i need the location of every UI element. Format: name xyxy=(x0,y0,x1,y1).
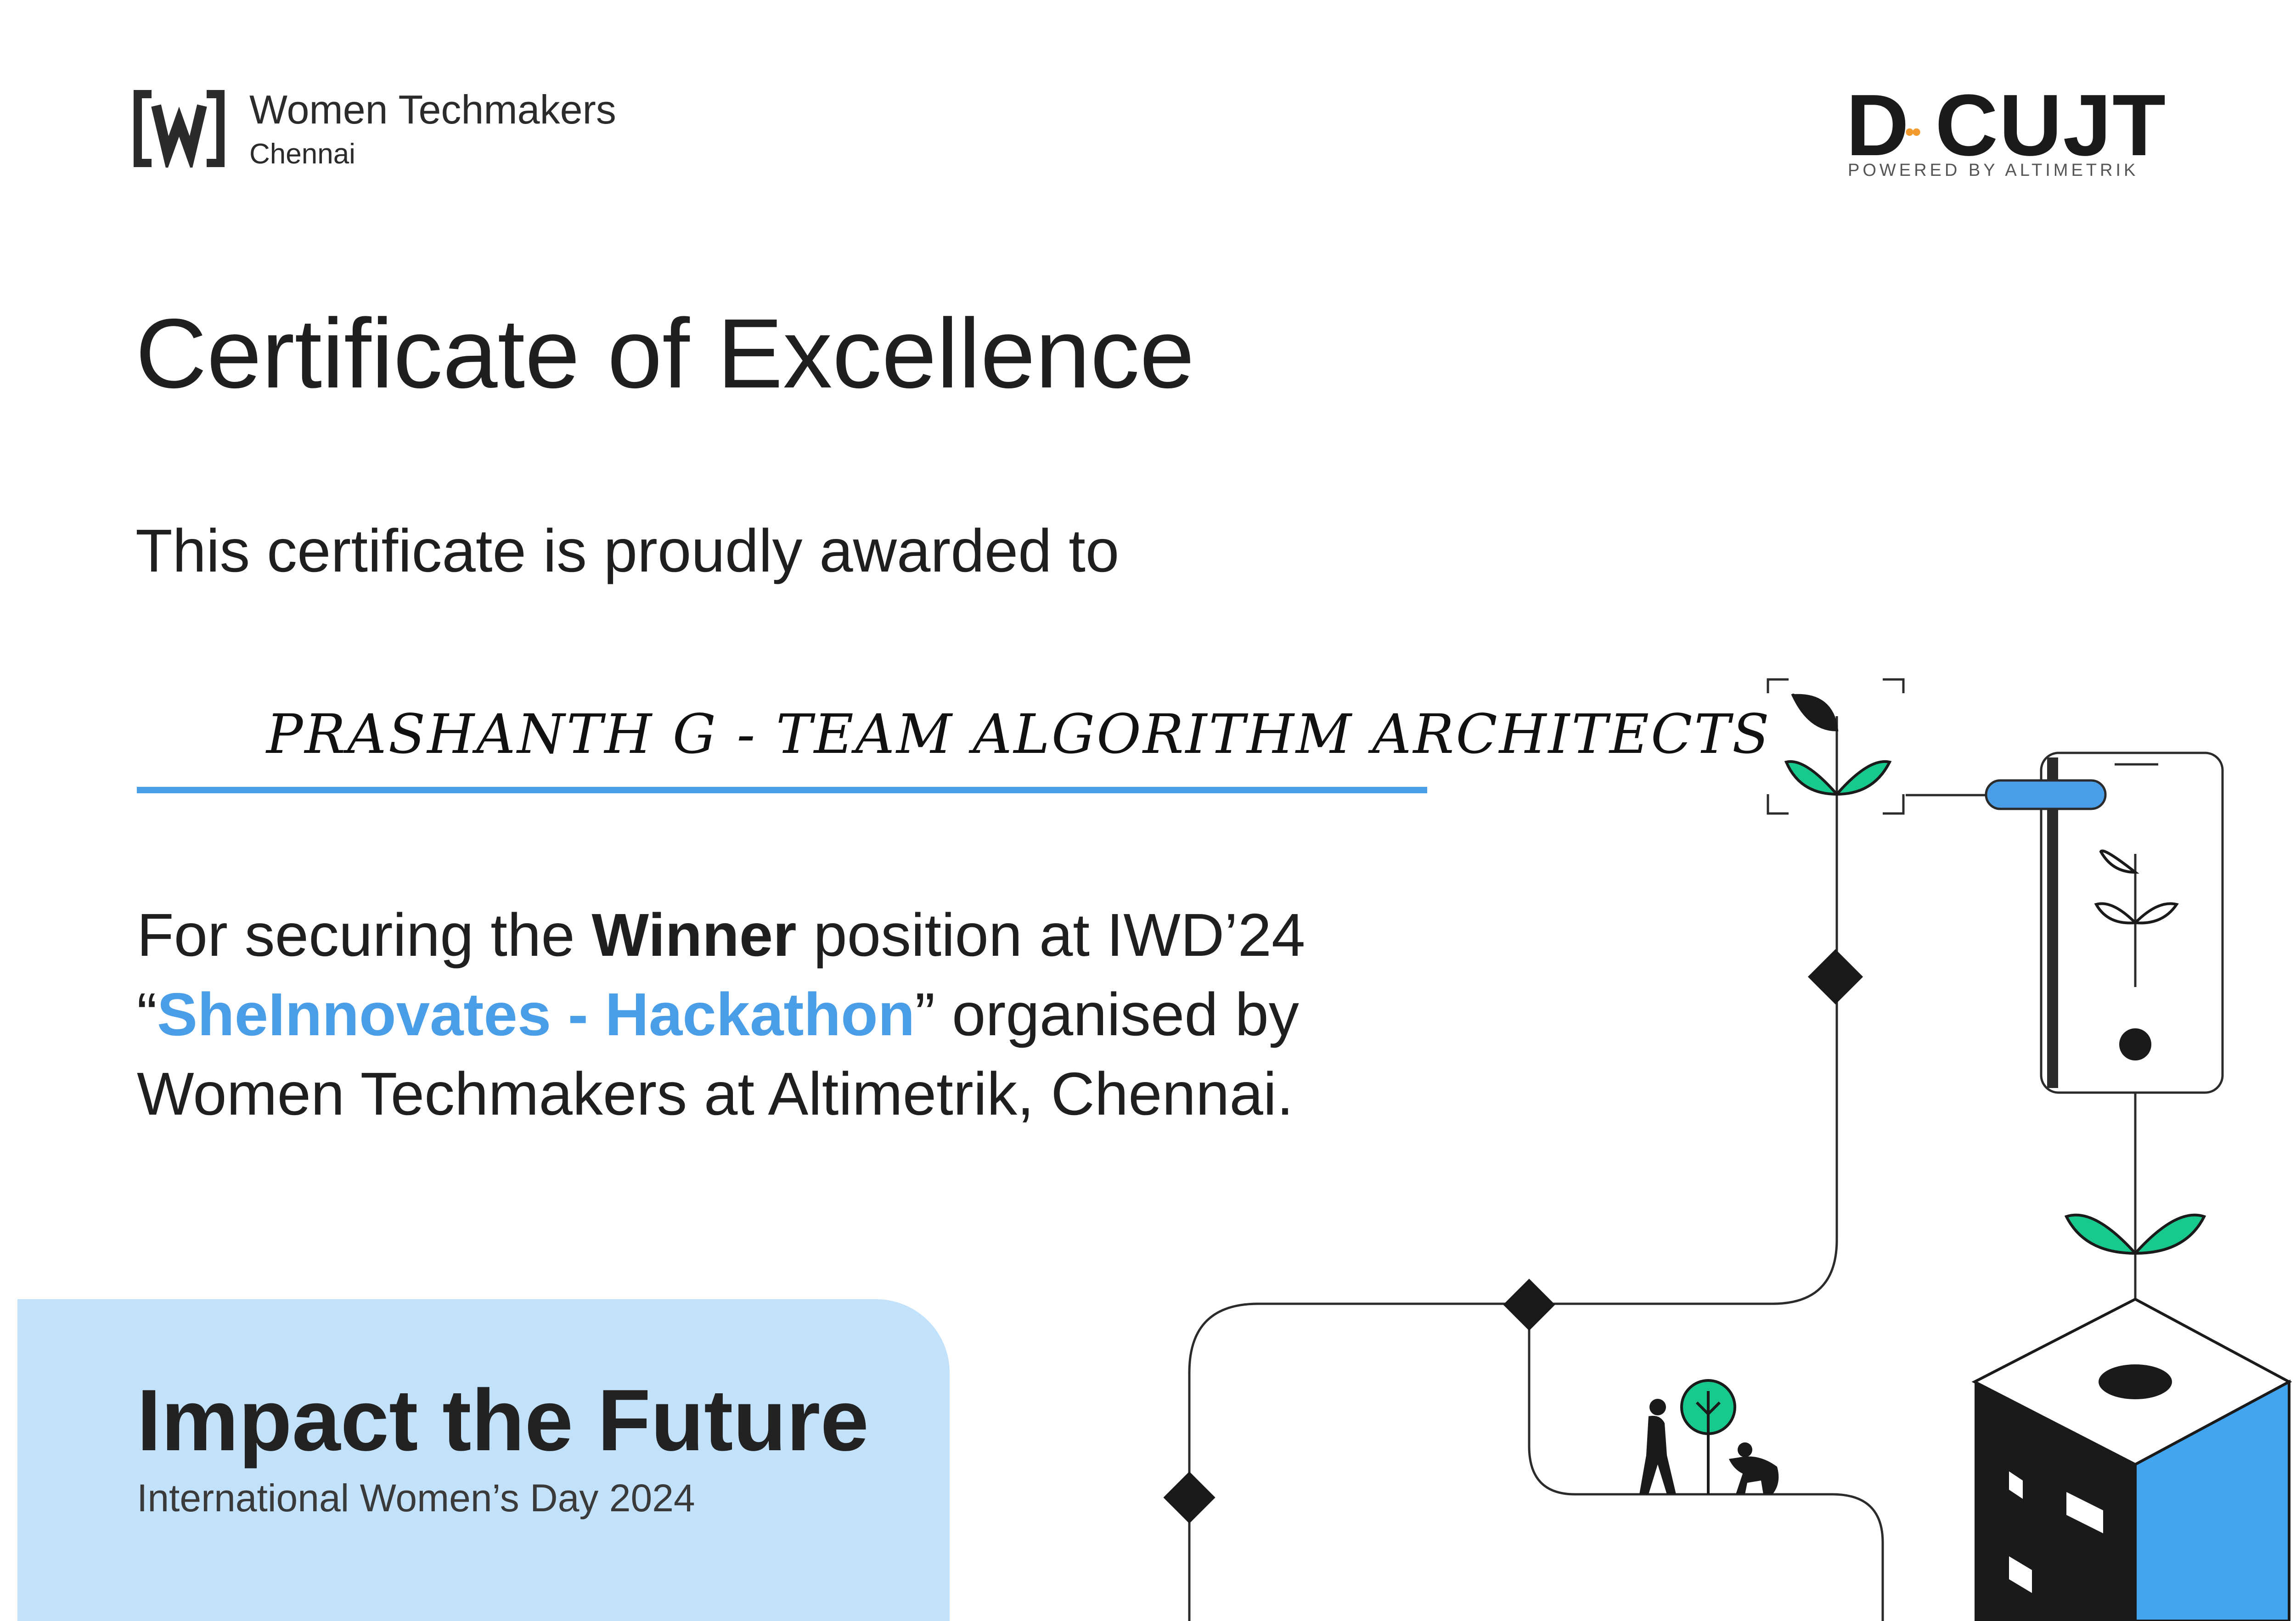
award-intro: This certificate is proudly awarded to xyxy=(135,517,1120,584)
certificate-title: Certificate of Excellence xyxy=(135,298,1195,409)
impact-subtitle: International Women’s Day 2024 xyxy=(137,1476,695,1520)
wtm-name: Women Techmakers xyxy=(249,87,616,132)
women-techmakers-logo-icon xyxy=(134,90,225,168)
dcult-tagline: POWERED BY ALTIMETRIK xyxy=(1848,161,2139,180)
description-line-3: Women Techmakers at Altimetrik, Chennai. xyxy=(137,1060,1294,1127)
dcult-dots: •• xyxy=(1905,117,1921,147)
dcult-wordmark: D CUJT xyxy=(1846,77,2167,174)
event-name: SheInnovates - Hackathon xyxy=(157,981,915,1048)
wtm-city: Chennai xyxy=(249,138,355,170)
description-line-1: For securing the Winner position at IWD’… xyxy=(137,901,1306,969)
impact-title: Impact the Future xyxy=(137,1372,869,1469)
award-description: For securing the Winner position at IWD’… xyxy=(137,895,1305,1133)
dcult-logo: D CUJT •• POWERED BY ALTIMETRIK xyxy=(1846,82,2166,183)
description-line-2: “SheInnovates - Hackathon” organised by xyxy=(137,981,1299,1048)
growth-illustration xyxy=(1163,678,2292,1621)
position-label: Winner xyxy=(591,901,797,969)
